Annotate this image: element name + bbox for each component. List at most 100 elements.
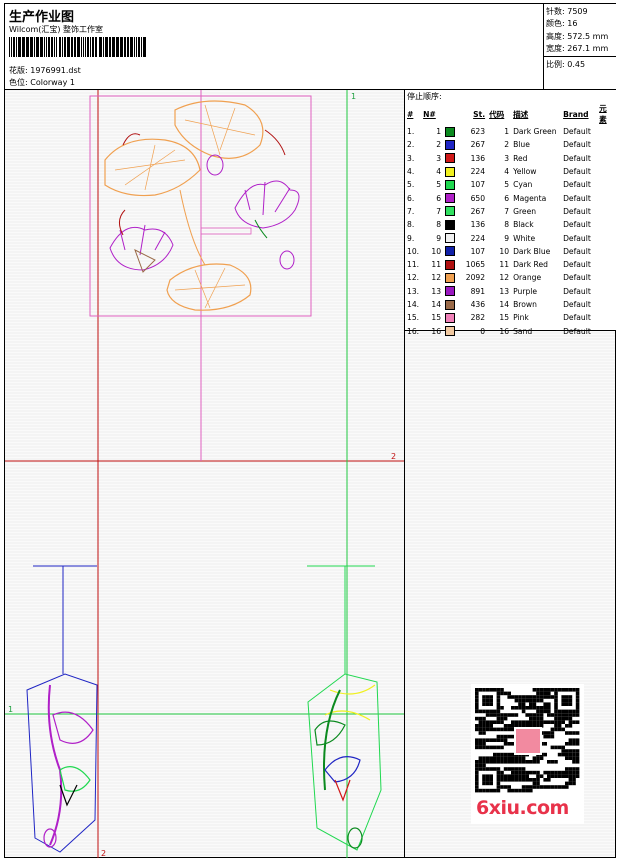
stop-index: 7. [407, 206, 415, 216]
table-row: 13. 13 891 13 Purple Default [405, 285, 616, 298]
thread-brand: Default [563, 127, 591, 137]
color-code: 7 [504, 206, 510, 216]
color-description: Purple [513, 286, 538, 296]
thread-brand: Default [563, 273, 591, 283]
element-cell [597, 152, 616, 165]
guide-label-1-left: 1 [8, 705, 13, 714]
color-swatch-box [445, 153, 456, 164]
thread-brand: Default [563, 167, 591, 177]
color-description: Dark Blue [513, 246, 551, 256]
color-swatch-box [445, 139, 456, 150]
color-swatch-box [445, 233, 456, 244]
colorway-value: Colorway 1 [30, 78, 75, 87]
color-description: Cyan [513, 180, 533, 190]
color-code: 9 [504, 233, 510, 243]
needle-number: 9 [436, 233, 442, 243]
stop-index: 9. [407, 233, 415, 243]
table-row: 10. 10 107 10 Dark Blue Default [405, 245, 616, 258]
site-watermark: 6xiu.com [476, 797, 569, 819]
element-cell [597, 285, 616, 298]
needle-number: 1 [436, 127, 442, 137]
table-row: 11. 11 1065 11 Dark Red Default [405, 258, 616, 271]
embroidery-drawing: 1 2 1 2 [5, 90, 404, 858]
element-cell [597, 205, 616, 218]
color-swatch [443, 152, 461, 165]
stop-index: 6. [407, 193, 415, 203]
stat-width: 宽度: 267.1 mm [546, 44, 609, 53]
needle-number: 8 [436, 220, 442, 230]
color-swatch [443, 138, 461, 151]
thread-brand: Default [563, 153, 591, 163]
table-row: 7. 7 267 7 Green Default [405, 205, 616, 218]
col-brand: Brand [563, 109, 589, 119]
element-cell [597, 165, 616, 178]
stop-index: 13. [407, 286, 420, 296]
stitch-count: 623 [470, 127, 486, 137]
worksheet: 生产作业图 Wilcom(汇宝) 整饰工作室 花版: 1976991.dst 色… [4, 3, 616, 858]
color-description: Dark Green [513, 127, 557, 137]
color-code: 16 [499, 326, 510, 336]
color-code: 5 [504, 180, 510, 190]
thread-brand: Default [563, 220, 591, 230]
color-swatch [443, 245, 461, 258]
thread-brand: Default [563, 286, 591, 296]
color-description: White [513, 233, 536, 243]
color-description: Pink [513, 313, 529, 323]
color-description: Green [513, 206, 537, 216]
color-swatch [443, 165, 461, 178]
right-panel: 停止顺序: # N# St. 代码 描述 Brand 元素 1. 1 623 1 Dar… [404, 90, 616, 858]
stat-scale: 比例: 0.45 [546, 60, 586, 69]
table-row: 9. 9 224 9 White Default [405, 231, 616, 244]
color-swatch [443, 298, 461, 311]
stitch-count: 436 [470, 300, 486, 309]
color-description: Blue [513, 140, 530, 150]
stop-sequence-panel: 停止顺序: # N# St. 代码 描述 Brand 元素 1. 1 623 1 Dar… [405, 90, 616, 337]
color-swatch [443, 311, 461, 324]
color-code: 3 [504, 153, 510, 163]
needle-number: 11 [431, 260, 442, 270]
color-code: 15 [499, 313, 510, 323]
stop-index: 2. [407, 140, 415, 150]
thread-brand: Default [563, 313, 591, 323]
stop-index: 10. [407, 246, 420, 256]
col-swatch [443, 103, 461, 125]
table-header-row: # N# St. 代码 描述 Brand 元素 [405, 103, 616, 125]
color-code: 14 [499, 300, 510, 309]
table-row: 6. 6 650 6 Magenta Default [405, 191, 616, 204]
color-description: Sand [513, 326, 533, 336]
header: 生产作业图 Wilcom(汇宝) 整饰工作室 花版: 1976991.dst 色… [5, 4, 616, 90]
table-row: 16. 16 0 16 Sand Default [405, 324, 616, 337]
guide-label-2-right: 2 [391, 452, 396, 461]
color-swatch-box [445, 126, 456, 137]
table-row: 1. 1 623 1 Dark Green Default [405, 125, 616, 138]
thread-brand: Default [563, 180, 591, 190]
element-cell [597, 231, 616, 244]
thread-brand: Default [563, 246, 591, 256]
color-swatch-box [445, 219, 456, 230]
stitch-count: 136 [470, 220, 486, 230]
needle-number: 10 [431, 246, 442, 256]
stop-index: 8. [407, 220, 415, 230]
guide-label-1-top: 1 [351, 92, 356, 101]
element-cell [597, 311, 616, 324]
color-swatch-box [445, 299, 456, 310]
stop-sequence-table: # N# St. 代码 描述 Brand 元素 1. 1 623 1 Dark Gree… [405, 103, 616, 338]
stitch-count: 267 [470, 140, 486, 150]
design-value: 1976991.dst [30, 66, 81, 75]
element-cell [597, 258, 616, 271]
color-swatch [443, 258, 461, 271]
qr-center-logo [514, 727, 542, 755]
color-description: Magenta [513, 193, 547, 203]
table-row: 4. 4 224 4 Yellow Default [405, 165, 616, 178]
color-swatch [443, 218, 461, 231]
col-code: 代码 [489, 109, 505, 119]
element-cell [597, 191, 616, 204]
thread-brand: Default [563, 300, 591, 309]
barcode [9, 37, 146, 57]
colorway-label: 色位: [9, 78, 28, 87]
color-description: Black [513, 220, 534, 230]
stop-index: 12. [407, 273, 420, 283]
guide-label-2-bottom: 2 [101, 849, 106, 858]
table-row: 5. 5 107 5 Cyan Default [405, 178, 616, 191]
needle-number: 12 [431, 273, 442, 283]
